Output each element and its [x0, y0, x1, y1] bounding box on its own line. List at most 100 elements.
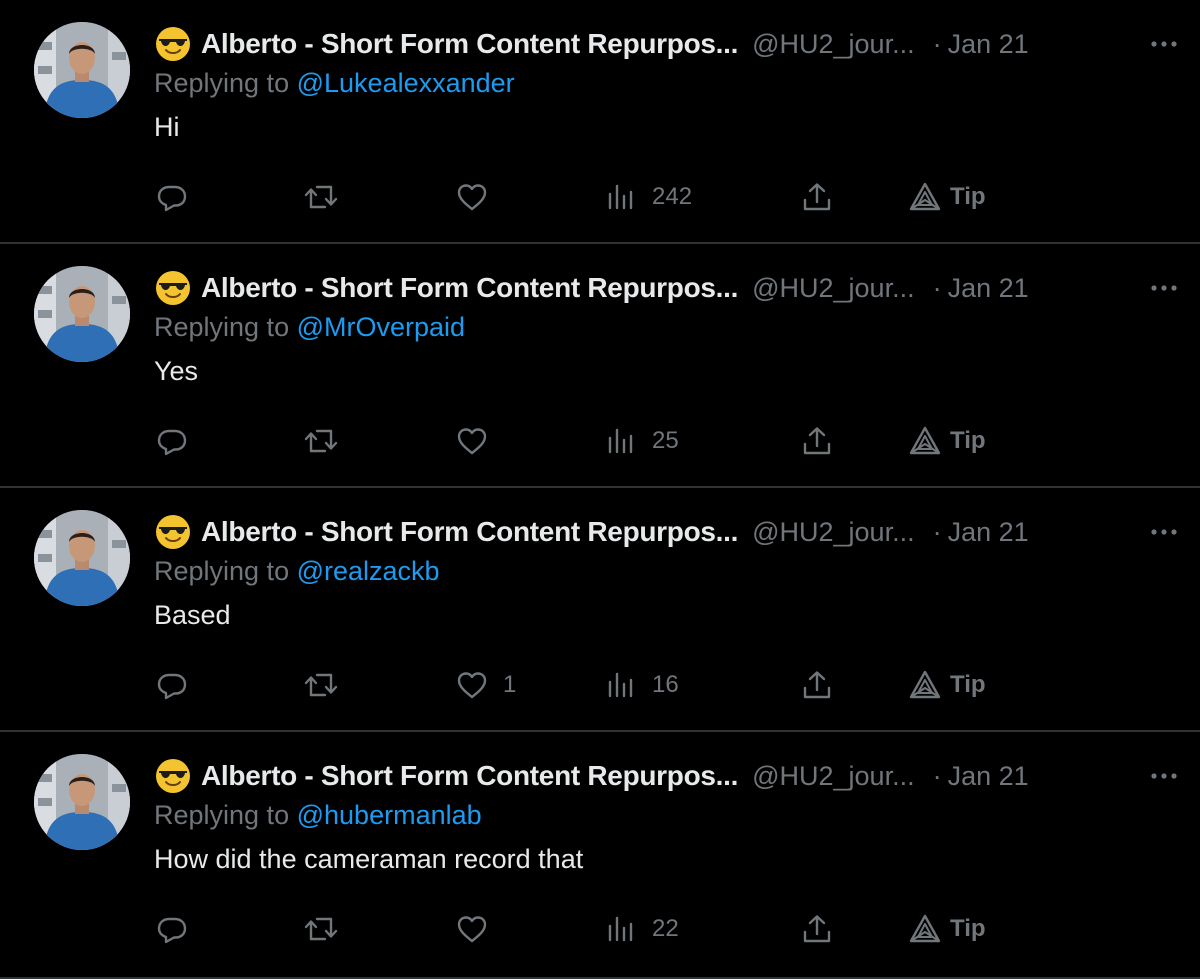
tip-label: Tip: [950, 915, 986, 942]
tip-label: Tip: [950, 427, 986, 454]
view-count: 22: [652, 915, 679, 942]
tweet-text: Hi: [154, 112, 180, 142]
retweet-icon: [302, 912, 340, 946]
retweet-icon: [302, 180, 340, 214]
views-button[interactable]: 242: [606, 172, 692, 222]
smiling-face-with-sunglasses-icon: [154, 757, 192, 795]
share-button[interactable]: [800, 416, 834, 466]
tweet-text: Yes: [154, 356, 199, 386]
avatar[interactable]: [34, 266, 130, 362]
share-icon: [800, 424, 834, 458]
tip-icon: [908, 424, 942, 458]
tweet-actions: 22 Tip: [0, 904, 1200, 954]
tip-button[interactable]: Tip: [908, 904, 986, 954]
tweet-actions: 25 Tip: [0, 416, 1200, 466]
tweet-text: How did the cameraman record that: [154, 844, 584, 874]
tip-label: Tip: [950, 671, 986, 698]
user-handle[interactable]: @HU2_jour...: [752, 273, 914, 304]
smiling-face-with-sunglasses-icon: [154, 25, 192, 63]
display-name[interactable]: Alberto - Short Form Content Repurpos...: [201, 516, 738, 548]
separator-dot: ·: [932, 28, 942, 59]
tweet[interactable]: Alberto - Short Form Content Repurpos...…: [0, 488, 1200, 732]
tweet-date[interactable]: Jan 21: [948, 29, 1029, 60]
tip-button[interactable]: Tip: [908, 416, 986, 466]
reply-button[interactable]: [155, 660, 189, 710]
retweet-button[interactable]: [302, 660, 340, 710]
tweet-date[interactable]: Jan 21: [948, 273, 1029, 304]
like-count: 1: [503, 671, 517, 698]
reply-icon: [155, 180, 189, 214]
share-button[interactable]: [800, 904, 834, 954]
tip-button[interactable]: Tip: [908, 172, 986, 222]
views-button[interactable]: 25: [606, 416, 679, 466]
heart-icon: [455, 668, 489, 702]
share-button[interactable]: [800, 660, 834, 710]
user-handle[interactable]: @HU2_jour...: [752, 761, 914, 792]
view-count: 242: [652, 183, 693, 210]
replying-to-handle-link[interactable]: @Lukealexxander: [297, 68, 515, 98]
view-count: 25: [652, 427, 679, 454]
like-button[interactable]: [455, 172, 503, 222]
tweet-text: Based: [154, 600, 231, 630]
share-icon: [800, 180, 834, 214]
tweet-date[interactable]: Jan 21: [948, 517, 1029, 548]
share-button[interactable]: [800, 172, 834, 222]
replying-to-prefix: Replying to: [154, 556, 290, 586]
display-name[interactable]: Alberto - Short Form Content Repurpos...: [201, 760, 738, 792]
like-button[interactable]: [455, 416, 503, 466]
views-icon: [606, 912, 638, 946]
replying-to-prefix: Replying to: [154, 312, 290, 342]
tip-icon: [908, 912, 942, 946]
replying-to-handle-link[interactable]: @realzackb: [297, 556, 440, 586]
user-handle[interactable]: @HU2_jour...: [752, 517, 914, 548]
more-horizontal-icon[interactable]: [1144, 758, 1184, 794]
avatar[interactable]: [34, 22, 130, 118]
display-name[interactable]: Alberto - Short Form Content Repurpos...: [201, 272, 738, 304]
tweet[interactable]: Alberto - Short Form Content Repurpos...…: [0, 0, 1200, 244]
reply-icon: [155, 424, 189, 458]
replying-to-handle-link[interactable]: @hubermanlab: [297, 800, 482, 830]
views-button[interactable]: 22: [606, 904, 679, 954]
retweet-button[interactable]: [302, 904, 340, 954]
tweet[interactable]: Alberto - Short Form Content Repurpos...…: [0, 732, 1200, 979]
display-name[interactable]: Alberto - Short Form Content Repurpos...: [201, 28, 738, 60]
avatar[interactable]: [34, 754, 130, 850]
tweet-header: Alberto - Short Form Content Repurpos...…: [154, 756, 1184, 796]
replying-to-prefix: Replying to: [154, 800, 290, 830]
replying-to-handle-link[interactable]: @MrOverpaid: [297, 312, 465, 342]
replying-to-line: Replying to @hubermanlab: [154, 800, 482, 831]
like-button[interactable]: 1: [455, 660, 516, 710]
more-horizontal-icon[interactable]: [1144, 514, 1184, 550]
user-handle[interactable]: @HU2_jour...: [752, 29, 914, 60]
views-icon: [606, 180, 638, 214]
avatar[interactable]: [34, 510, 130, 606]
heart-icon: [455, 912, 489, 946]
replying-to-line: Replying to @MrOverpaid: [154, 312, 465, 343]
retweet-button[interactable]: [302, 172, 340, 222]
reply-icon: [155, 912, 189, 946]
more-horizontal-icon[interactable]: [1144, 26, 1184, 62]
views-icon: [606, 424, 638, 458]
tweet-header: Alberto - Short Form Content Repurpos...…: [154, 268, 1184, 308]
tweet-actions: 242 Tip: [0, 172, 1200, 222]
tweet-header: Alberto - Short Form Content Repurpos...…: [154, 24, 1184, 64]
like-button[interactable]: [455, 904, 503, 954]
reply-button[interactable]: [155, 172, 189, 222]
tip-label: Tip: [950, 183, 986, 210]
more-horizontal-icon[interactable]: [1144, 270, 1184, 306]
replying-to-line: Replying to @Lukealexxander: [154, 68, 515, 99]
heart-icon: [455, 424, 489, 458]
tip-icon: [908, 668, 942, 702]
views-icon: [606, 668, 638, 702]
reply-button[interactable]: [155, 904, 189, 954]
tip-button[interactable]: Tip: [908, 660, 986, 710]
heart-icon: [455, 180, 489, 214]
smiling-face-with-sunglasses-icon: [154, 269, 192, 307]
reply-icon: [155, 668, 189, 702]
tweet[interactable]: Alberto - Short Form Content Repurpos...…: [0, 244, 1200, 488]
views-button[interactable]: 16: [606, 660, 679, 710]
reply-button[interactable]: [155, 416, 189, 466]
retweet-button[interactable]: [302, 416, 340, 466]
retweet-icon: [302, 668, 340, 702]
tweet-date[interactable]: Jan 21: [948, 761, 1029, 792]
